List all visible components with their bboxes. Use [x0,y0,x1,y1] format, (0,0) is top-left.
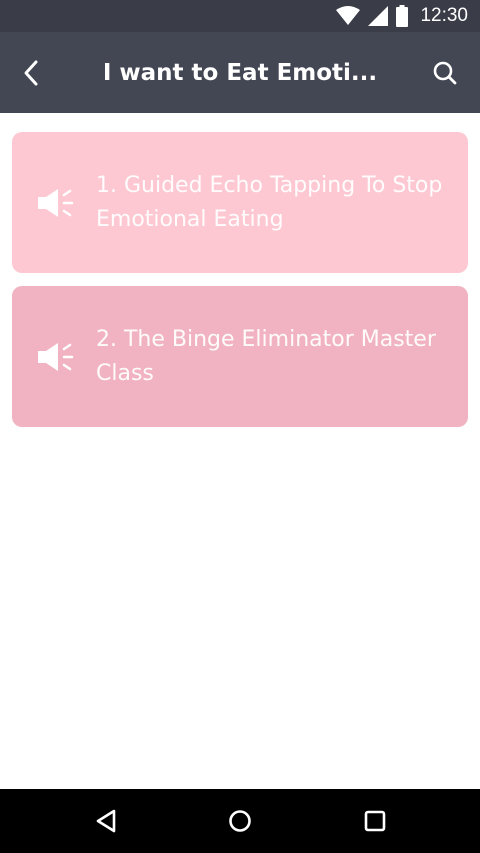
nav-home-button[interactable] [220,801,260,841]
status-time: 12:30 [420,5,468,26]
recents-square-icon [364,810,386,832]
signal-icon [368,6,389,26]
nav-recents-button[interactable] [355,801,395,841]
list-item-label: 1. Guided Echo Tapping To Stop Emotional… [96,172,443,232]
back-button[interactable] [10,52,52,94]
chevron-left-icon [24,60,38,86]
nav-back-button[interactable] [86,801,126,841]
page-title: I want to Eat Emoti... [102,59,378,86]
status-bar: 12:30 [0,0,480,32]
search-button[interactable] [424,52,466,94]
audio-list: 1. Guided Echo Tapping To Stop Emotional… [12,132,468,440]
list-item-label: 2. The Binge Eliminator Master Class [96,326,436,386]
battery-icon [396,5,409,27]
system-nav-bar [0,789,480,853]
home-circle-icon [229,810,251,832]
app-bar: I want to Eat Emoti... [0,32,480,113]
search-icon [433,61,457,85]
speaker-icon [38,342,74,371]
status-icons: 12:30 [336,0,468,32]
list-item-binge-eliminator[interactable]: 2. The Binge Eliminator Master Class [12,286,468,427]
wifi-icon [336,6,361,25]
speaker-icon [38,188,74,217]
back-triangle-icon [96,809,116,833]
screen: 12:30 I want to Eat Emoti... 1. Guided E… [0,0,480,853]
list-item-guided-echo-tapping[interactable]: 1. Guided Echo Tapping To Stop Emotional… [12,132,468,273]
